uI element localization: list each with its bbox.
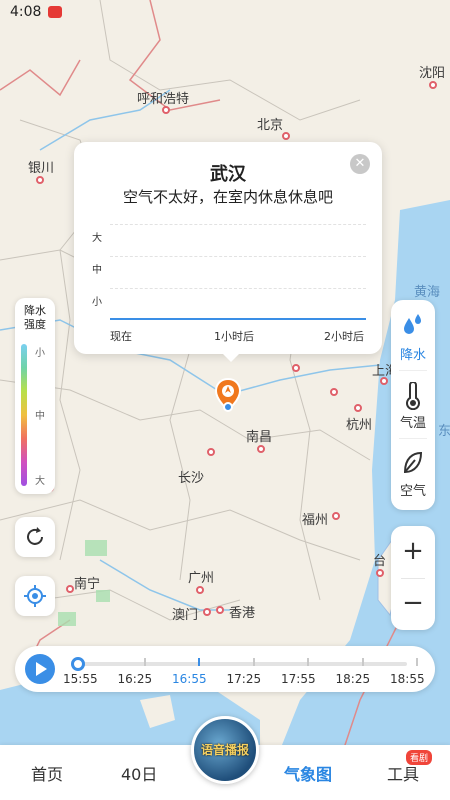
timeline-label[interactable]: 17:55 <box>281 672 316 686</box>
sea-label: 东 <box>438 424 450 439</box>
legend-gradient-bar <box>21 344 27 486</box>
precipitation-legend: 降水强度 小 中 大 <box>15 298 55 494</box>
city-dot <box>203 608 211 616</box>
timeline-label[interactable]: 16:55 <box>172 672 207 686</box>
city-dot <box>380 377 388 385</box>
timeline-tick <box>198 658 200 666</box>
thermometer-icon <box>406 382 420 410</box>
city-dot <box>376 569 384 577</box>
popup-time-label: 2小时后 <box>324 330 364 343</box>
status-bar: 4:08 <box>0 0 450 26</box>
popup-subtitle: 空气不太好，在室内休息休息吧 <box>122 188 333 206</box>
timeline-label[interactable]: 16:25 <box>118 672 153 686</box>
popup-gridline <box>110 256 366 257</box>
app-notification-icon <box>48 6 62 18</box>
layer-temperature[interactable]: 气温 <box>391 372 435 438</box>
city-dot <box>332 512 340 520</box>
voice-broadcast-button[interactable]: 语音播报 <box>191 716 259 784</box>
status-time: 4:08 <box>10 4 42 20</box>
layer-air-quality[interactable]: 空气 <box>391 440 435 506</box>
city-dot <box>354 404 362 412</box>
locate-icon <box>24 585 46 607</box>
city-dot <box>257 445 265 453</box>
legend-level-label: 中 <box>35 411 45 422</box>
popup-title: 武汉 <box>210 164 246 185</box>
nav-weather-map[interactable]: 气象图 <box>284 761 332 785</box>
nav-40-days[interactable]: 40日 <box>121 761 157 785</box>
timeline-tick <box>252 658 255 666</box>
city-label: 杭州 <box>346 418 373 433</box>
layer-precipitation[interactable]: 降水 <box>391 304 435 370</box>
city-dot <box>162 106 170 114</box>
city-label: 福州 <box>302 513 329 528</box>
divider <box>399 370 427 371</box>
zoom-out-button[interactable]: − <box>391 578 435 630</box>
wuhan-dot <box>223 402 233 412</box>
timeline-label[interactable]: 18:55 <box>390 672 425 686</box>
city-label: 长沙 <box>178 471 205 486</box>
play-button[interactable] <box>25 654 55 684</box>
layer-panel: 降水 气温 空气 <box>391 300 435 510</box>
zoom-in-button[interactable]: + <box>391 526 435 578</box>
city-dot <box>429 81 437 89</box>
leaf-icon <box>403 451 423 474</box>
timeline-tick <box>143 658 146 666</box>
divider <box>399 438 427 439</box>
precipitation-baseline <box>110 318 366 320</box>
timeline-label[interactable]: 18:25 <box>336 672 371 686</box>
city-label: 北京 <box>257 118 284 133</box>
locate-button[interactable] <box>15 576 55 616</box>
layer-label: 气温 <box>399 416 426 431</box>
timeline-tick <box>361 658 364 666</box>
voice-broadcast-label: 语音播报 <box>200 743 249 757</box>
city-dot <box>330 388 338 396</box>
popup-time-label: 1小时后 <box>214 330 254 343</box>
tools-badge: 看剧 <box>406 750 433 765</box>
city-label: 香港 <box>229 606 256 621</box>
timeline-label[interactable]: 15:55 <box>63 672 98 686</box>
close-icon[interactable]: ✕ <box>350 154 370 174</box>
timeline-handle[interactable] <box>71 657 85 671</box>
legend-level-label: 小 <box>35 348 45 359</box>
timeline: 15:55 16:25 16:55 17:25 17:55 18:25 18:55 <box>15 646 435 692</box>
sea-label: 黄海 <box>414 285 441 300</box>
popup-time-label: 现在 <box>110 330 132 343</box>
layer-label: 降水 <box>399 348 426 363</box>
city-dot <box>196 586 204 594</box>
city-dot <box>292 364 300 372</box>
legend-level-label: 大 <box>35 476 45 487</box>
legend-title: 降水强度 <box>24 304 46 331</box>
city-label: 南昌 <box>246 430 273 445</box>
popup-level-label: 小 <box>92 297 102 308</box>
precipitation-popup: 武汉 空气不太好，在室内休息休息吧 ✕ 大 中 小 现在 1小时后 2小时后 <box>74 142 382 362</box>
city-dot <box>282 132 290 140</box>
city-label: 沈阳 <box>419 66 446 81</box>
timeline-tick <box>307 658 309 666</box>
refresh-icon <box>27 527 43 545</box>
city-label: 银川 <box>28 161 55 176</box>
timeline-track[interactable] <box>77 662 407 666</box>
city-label: 南宁 <box>74 577 101 592</box>
popup-gridline <box>110 288 366 289</box>
layer-label: 空气 <box>399 484 426 499</box>
city-label: 呼和浩特 <box>137 92 190 107</box>
city-dot <box>216 606 224 614</box>
timeline-tick <box>416 658 418 666</box>
popup-gridline <box>110 224 366 225</box>
city-dot <box>207 448 215 456</box>
raindrop-icon <box>404 314 421 334</box>
city-dot <box>36 176 44 184</box>
city-label: 澳门 <box>172 608 199 623</box>
popup-level-label: 大 <box>92 233 102 244</box>
city-label: 台 <box>373 554 387 569</box>
zoom-controls: + − <box>391 526 435 630</box>
refresh-button[interactable] <box>15 517 55 557</box>
city-dot <box>66 585 74 593</box>
nav-home[interactable]: 首页 <box>31 761 63 785</box>
city-label: 广州 <box>188 571 215 586</box>
popup-level-label: 中 <box>92 265 102 276</box>
timeline-label[interactable]: 17:25 <box>227 672 262 686</box>
